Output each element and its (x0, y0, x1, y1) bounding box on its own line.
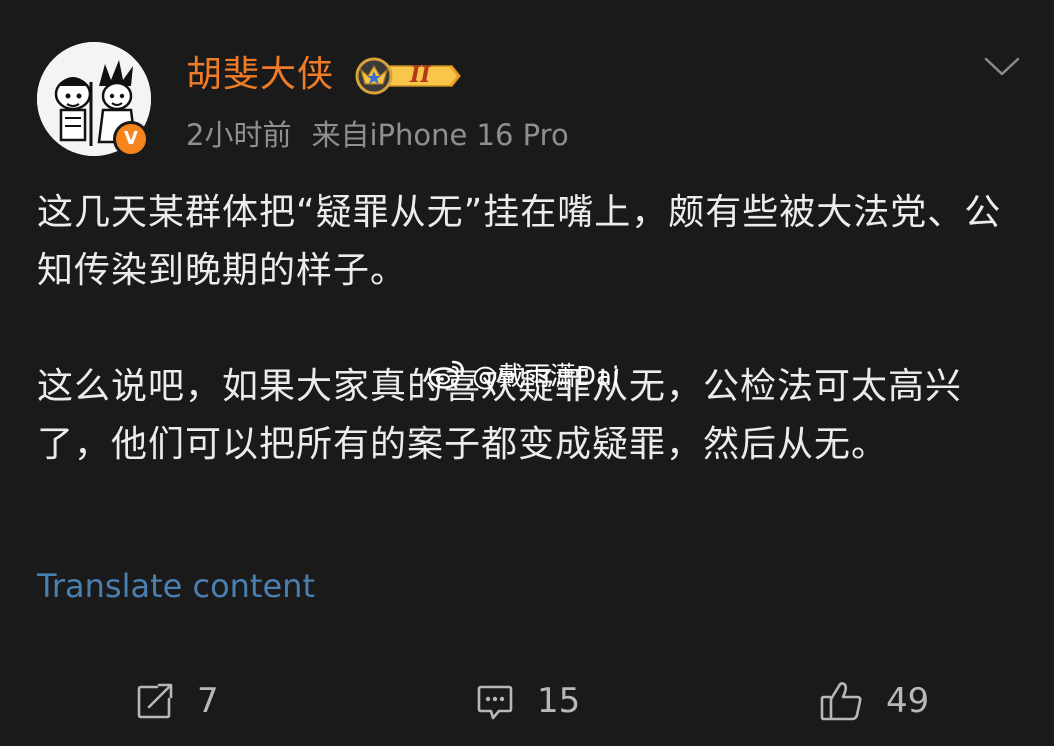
like-count: 49 (886, 681, 930, 721)
comment-count: 15 (537, 681, 581, 721)
crown-vip-badge-icon[interactable] (352, 57, 462, 95)
weibo-logo-icon (428, 360, 465, 389)
post-source: 来自iPhone 16 Pro (311, 118, 569, 152)
watermark-text: @戴雨潇Dai (472, 361, 620, 392)
post-body: 这几天某群体把“疑罪从无”挂在嘴上，颇有些被大法党、公知传染到晚期的样子。 这么… (37, 184, 1027, 474)
vip-level-label: II (410, 62, 431, 88)
watermark: @戴雨潇Dai (428, 356, 619, 392)
weibo-post-card: V 胡斐大侠 II 2小时前 来自iPhone 16 Pro 这几天某群体把“疑罪… (0, 0, 1054, 746)
translate-content-link[interactable]: Translate content (37, 566, 315, 606)
post-time: 2小时前 (186, 118, 292, 152)
verified-badge: V (113, 121, 149, 157)
repost-count: 7 (197, 681, 219, 721)
repost-icon (137, 683, 173, 719)
like-button[interactable]: 49 (820, 676, 929, 726)
chevron-down-icon[interactable] (984, 56, 1020, 78)
thumbs-up-icon (820, 682, 862, 721)
comment-icon (477, 685, 513, 720)
author-name[interactable]: 胡斐大侠 (186, 53, 334, 97)
action-bar: 7 15 49 (0, 676, 1054, 726)
post-meta: 2小时前 来自iPhone 16 Pro (186, 116, 569, 154)
repost-button[interactable]: 7 (135, 676, 219, 726)
comment-button[interactable]: 15 (475, 676, 580, 726)
post-paragraph: 这几天某群体把“疑罪从无”挂在嘴上，颇有些被大法党、公知传染到晚期的样子。 (37, 192, 1002, 291)
